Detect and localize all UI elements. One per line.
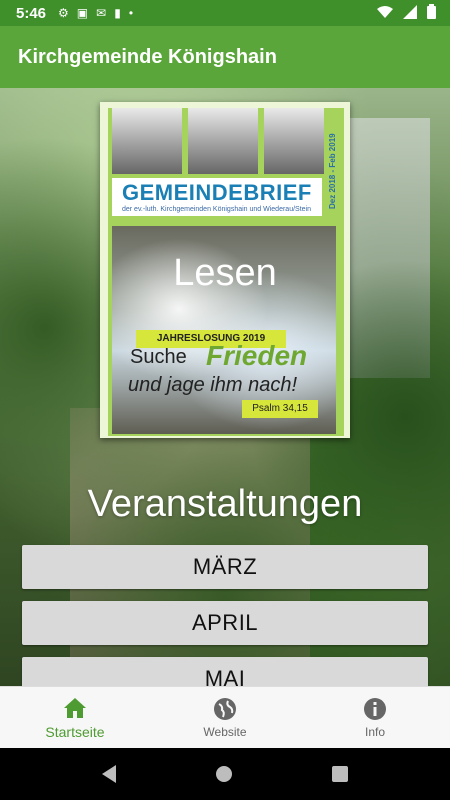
read-overlay-label: Lesen bbox=[173, 252, 277, 294]
cover-photo-church-3 bbox=[264, 108, 324, 174]
main-content[interactable]: GEMEINDEBRIEF der ev.-luth. Kirchgemeind… bbox=[0, 88, 450, 686]
system-navigation-bar bbox=[0, 748, 450, 800]
nav-label-startseite: Startseite bbox=[45, 724, 105, 740]
status-bar: 5:46 ⚙ ▣ ✉ ▮ • bbox=[0, 0, 450, 26]
wifi-icon bbox=[377, 5, 393, 18]
app-bar: Kirchgemeinde Königshain bbox=[0, 26, 450, 88]
cover-photo-church-1 bbox=[112, 108, 182, 174]
home-icon bbox=[63, 696, 87, 720]
month-button-april[interactable]: APRIL bbox=[22, 601, 428, 645]
gear-icon: ⚙ bbox=[58, 6, 69, 20]
status-time: 5:46 bbox=[16, 4, 47, 22]
status-system-icons bbox=[377, 4, 436, 19]
nav-label-info: Info bbox=[364, 725, 385, 739]
month-button-maerz[interactable]: MÄRZ bbox=[22, 545, 428, 589]
info-icon bbox=[363, 697, 387, 721]
nav-item-startseite[interactable]: Startseite bbox=[0, 687, 150, 749]
recent-apps-icon[interactable] bbox=[332, 766, 348, 782]
font-icon: ▣ bbox=[76, 6, 89, 20]
cover-date-range: Dez 2018 - Feb 2019 bbox=[328, 133, 337, 209]
cover-psalm: Psalm 34,15 bbox=[242, 400, 318, 418]
cover-title: GEMEINDEBRIEF bbox=[122, 180, 312, 205]
back-icon[interactable] bbox=[102, 765, 116, 783]
events-heading: Veranstaltungen bbox=[87, 483, 363, 525]
cover-subtitle: der ev.-luth. Kirchgemeinden Königshain … bbox=[122, 206, 311, 213]
globe-icon bbox=[213, 697, 237, 721]
newsletter-cover-button[interactable]: GEMEINDEBRIEF der ev.-luth. Kirchgemeind… bbox=[100, 102, 350, 438]
bottom-navigation: Startseite Website Info bbox=[0, 686, 450, 749]
status-notification-icons: ⚙ ▣ ✉ ▮ • bbox=[58, 7, 133, 19]
nav-item-website[interactable]: Website bbox=[150, 687, 300, 749]
app-title: Kirchgemeinde Königshain bbox=[18, 45, 277, 68]
nav-label-website: Website bbox=[203, 725, 247, 739]
bottle-icon: ▮ bbox=[114, 6, 121, 20]
home-system-icon[interactable] bbox=[216, 766, 232, 782]
battery-icon bbox=[427, 4, 436, 19]
mail-icon: ✉ bbox=[96, 6, 107, 20]
signal-icon bbox=[403, 4, 417, 19]
month-button-mai[interactable]: MAI bbox=[22, 657, 428, 686]
dot-icon: • bbox=[128, 6, 134, 20]
cover-verse-part3: und jage ihm nach! bbox=[128, 374, 298, 396]
cover-verse-part1: Suche bbox=[130, 346, 187, 368]
nav-item-info[interactable]: Info bbox=[300, 687, 450, 749]
cover-photo-church-2 bbox=[188, 108, 258, 174]
cover-verse-part2: Frieden bbox=[206, 340, 308, 371]
